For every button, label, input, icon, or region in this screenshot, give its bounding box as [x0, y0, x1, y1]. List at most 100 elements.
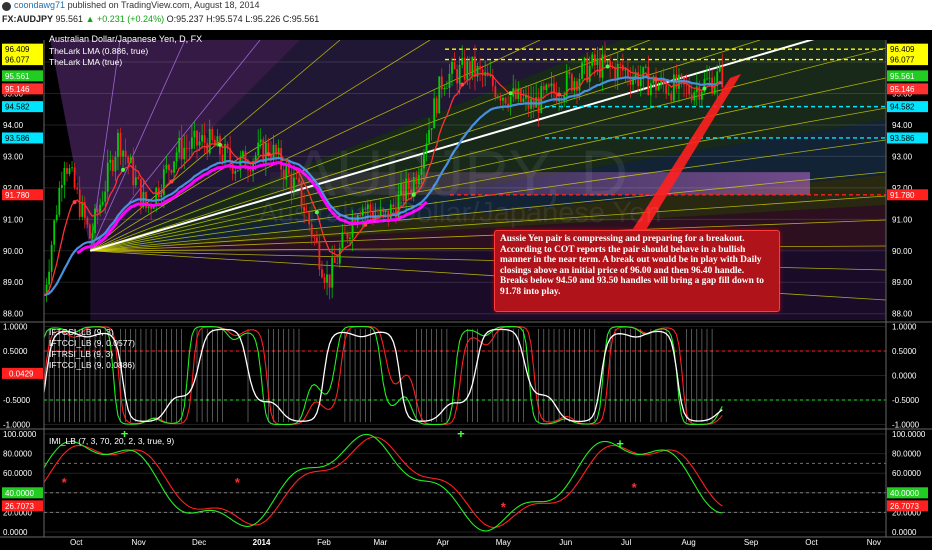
- x-tick-label: Nov: [867, 538, 881, 547]
- price-badge-text-right: 93.586: [890, 134, 915, 143]
- price-badge-text-right: 96.077: [890, 56, 915, 65]
- candle-body: [117, 132, 119, 157]
- candle-body: [124, 150, 127, 157]
- candle-body: [609, 60, 611, 67]
- candle-body: [326, 274, 328, 283]
- candle-body: [665, 84, 668, 94]
- candle-body: [430, 128, 433, 130]
- price-tick-label-right: 91.00: [892, 215, 913, 224]
- candle-body: [272, 144, 275, 159]
- candle-body: [685, 84, 688, 86]
- candle-body: [695, 86, 698, 93]
- symbol-label: FX:AUDJPY: [2, 14, 54, 24]
- candle-body: [66, 167, 68, 174]
- x-tick-label: Feb: [317, 538, 331, 547]
- candle-body: [221, 154, 224, 162]
- candle-body: [593, 54, 596, 66]
- candle-body: [285, 166, 288, 180]
- imi-badge-text-red-left: 26.7073: [5, 502, 34, 511]
- candle-body: [180, 137, 183, 160]
- analysis-annotation[interactable]: Aussie Yen pair is compressing and prepa…: [494, 230, 780, 312]
- candle-body: [672, 74, 675, 101]
- up-triangle-icon: ▲: [85, 14, 95, 24]
- candle-body: [458, 64, 461, 84]
- candle-body: [336, 262, 339, 264]
- candle-body: [680, 74, 683, 78]
- candle-body: [160, 194, 163, 198]
- price-badge-text-left: 95.146: [5, 85, 30, 94]
- candle-body: [213, 139, 216, 147]
- x-tick-label: Dec: [192, 538, 206, 547]
- price-badge-text-right: 95.561: [890, 72, 915, 81]
- candle-body: [323, 277, 326, 283]
- candle-body: [68, 168, 71, 174]
- legend-imi: IMI_LB (7, 3, 70, 20, 2, 3, true, 9): [49, 436, 174, 446]
- candle-body: [468, 61, 471, 76]
- price-badge-text-left: 93.586: [5, 134, 30, 143]
- candle-body: [619, 63, 622, 65]
- imi-badge-text-green-right: 40.0000: [890, 489, 919, 498]
- quote-line: FX:AUDJPY 95.561 ▲ +0.231 (+0.24%) O:95.…: [2, 14, 319, 24]
- candle-body: [191, 137, 193, 149]
- candle-body: [479, 65, 481, 70]
- candle-body: [522, 98, 525, 102]
- osc-tick-label-left: -1.0000: [3, 421, 31, 430]
- candle-body: [331, 257, 334, 288]
- candle-body: [616, 63, 619, 80]
- price-badge-text-right: 95.146: [890, 85, 915, 94]
- candle-body: [76, 187, 79, 190]
- candle-body: [201, 135, 203, 142]
- price-tick-label-right: 89.00: [892, 278, 913, 287]
- candle-body: [94, 208, 96, 234]
- publish-header: coondawg71 published on TradingView.com,…: [0, 0, 932, 30]
- x-tick-label: Mar: [374, 538, 388, 547]
- candle-body: [234, 171, 237, 174]
- candle-body: [604, 54, 606, 63]
- candle-body: [109, 159, 112, 163]
- x-tick-label: Oct: [70, 538, 83, 547]
- price-badge-text-left: 96.077: [5, 56, 30, 65]
- osc-tick-label-right: 1.0000: [892, 322, 917, 331]
- publish-line: coondawg71 published on TradingView.com,…: [14, 0, 260, 10]
- x-tick-label: Nov: [132, 538, 146, 547]
- imi-tick-label-left: 0.0000: [3, 528, 28, 537]
- signal-dot: [72, 200, 77, 205]
- candle-body: [708, 77, 711, 79]
- candle-body: [548, 84, 550, 87]
- candle-body: [150, 206, 152, 209]
- candle-body: [106, 162, 109, 192]
- x-tick-label: Aug: [681, 538, 695, 547]
- candle-body: [440, 76, 443, 90]
- chart-canvas[interactable]: + ++* *** 88.0088.0089.0089.0090.0090.0091…: [0, 30, 932, 550]
- candle-body: [545, 84, 548, 91]
- candle-body: [481, 69, 484, 76]
- signal-dot: [460, 82, 465, 87]
- imi-badge-text-green-left: 40.0000: [5, 489, 34, 498]
- candle-body: [650, 83, 652, 96]
- candle-body: [435, 98, 438, 114]
- price-badge-text-left: 95.561: [5, 72, 30, 81]
- price-tick-label-left: 93.00: [3, 152, 24, 161]
- candle-body: [50, 244, 53, 272]
- candle-body: [203, 135, 206, 144]
- candle-body: [122, 150, 124, 157]
- candle-body: [89, 224, 91, 239]
- candle-body: [114, 156, 117, 172]
- candle-body: [315, 237, 318, 243]
- candle-body: [581, 62, 583, 79]
- price-badge-text-left: 96.409: [5, 45, 30, 54]
- legend-lma-slow: TheLark LMA (true): [49, 57, 122, 67]
- x-tick-label: Jun: [559, 538, 572, 547]
- legend-iftcci-3: IFTCCI_LB (9, 0.0886): [49, 360, 135, 370]
- osc-tick-label-right: 0.0000: [892, 372, 917, 381]
- watermark-name: Australian Dollar/Japanese Yen: [258, 197, 661, 229]
- candle-body: [438, 76, 441, 114]
- last-price: 95.561: [55, 14, 84, 24]
- legend-iftrsi: IFTRSI_LB (9, 3): [49, 349, 113, 359]
- candle-body: [568, 71, 571, 75]
- candle-body: [58, 187, 61, 215]
- candle-body: [318, 242, 321, 270]
- candle-body: [129, 157, 132, 164]
- candle-body: [206, 143, 209, 154]
- author-link[interactable]: coondawg71: [14, 0, 65, 10]
